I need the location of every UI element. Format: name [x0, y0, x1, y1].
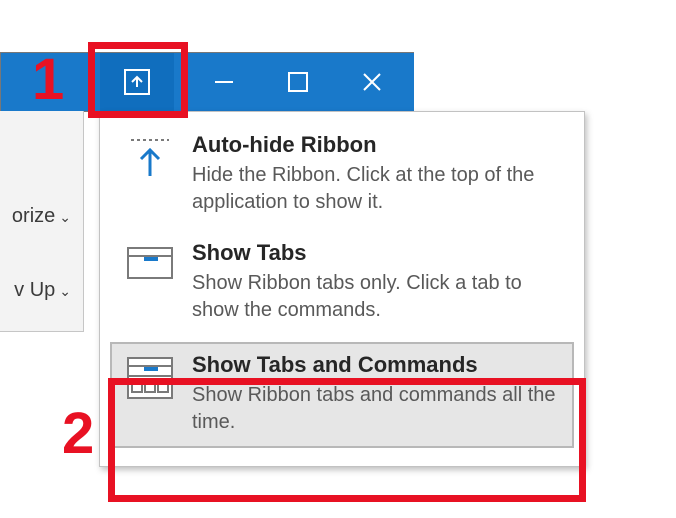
menu-item-auto-hide-ribbon[interactable]: Auto-hide Ribbon Hide the Ribbon. Click … — [100, 122, 584, 230]
menu-item-desc: Show Ribbon tabs only. Click a tab to sh… — [192, 270, 566, 324]
ribbon-command-categorize[interactable]: orize⌄ — [12, 205, 71, 228]
ribbon-fragment: orize⌄ v Up⌄ — [0, 111, 84, 332]
annotation-number-2: 2 — [62, 400, 94, 467]
show-tabs-icon — [122, 244, 178, 292]
chevron-down-icon: ⌄ — [59, 283, 71, 299]
menu-item-title: Show Tabs and Commands — [192, 352, 564, 378]
window-minimize-button[interactable] — [187, 53, 261, 111]
menu-item-show-tabs[interactable]: Show Tabs Show Ribbon tabs only. Click a… — [100, 230, 584, 338]
menu-item-title: Auto-hide Ribbon — [192, 132, 566, 158]
window-close-button[interactable] — [335, 53, 409, 111]
annotation-box-1 — [88, 42, 188, 118]
menu-item-title: Show Tabs — [192, 240, 566, 266]
auto-hide-ribbon-icon — [122, 136, 178, 184]
ribbon-command-label: v Up — [14, 279, 55, 301]
ribbon-command-followup[interactable]: v Up⌄ — [14, 279, 71, 302]
annotation-box-2 — [108, 378, 586, 502]
close-icon — [360, 70, 384, 94]
window-maximize-button[interactable] — [261, 53, 335, 111]
menu-item-desc: Hide the Ribbon. Click at the top of the… — [192, 162, 566, 216]
maximize-icon — [287, 71, 309, 93]
minimize-icon — [212, 70, 236, 94]
ribbon-command-label: orize — [12, 205, 55, 227]
annotation-number-1: 1 — [32, 46, 64, 113]
chevron-down-icon: ⌄ — [59, 209, 71, 225]
